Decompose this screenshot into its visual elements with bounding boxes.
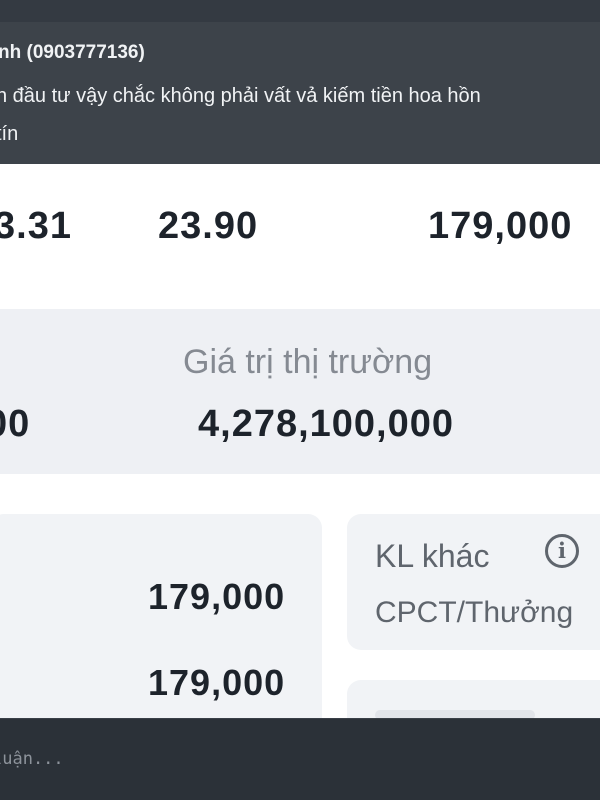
comment-input-bar <box>0 718 600 800</box>
stat-value: 179,000 <box>428 205 573 247</box>
top-bar <box>0 0 600 22</box>
kl-other-card: KL khác i CPCT/Thưởng <box>347 514 600 650</box>
comment-author: nh (0903777136) <box>0 42 145 63</box>
price-card: 179,000 179,000 0 <box>0 514 322 777</box>
comment-text-line: n đầu tư vậy chắc không phải vất vả kiếm… <box>0 85 481 107</box>
market-value-label: Giá trị thị trường <box>183 343 433 381</box>
stat-value: 3.31 <box>0 205 72 247</box>
details-section: 179,000 179,000 0 KL khác i CPCT/Thưởng <box>0 474 600 777</box>
kl-other-label: KL khác <box>375 538 490 574</box>
stat-value: 23.90 <box>158 205 259 247</box>
comment-input[interactable] <box>0 735 572 783</box>
price-value: 179,000 <box>148 662 286 703</box>
stats-row: 3.31 23.90 179,000 <box>0 164 600 309</box>
comment-text-line: tín <box>0 123 19 145</box>
kl-other-subtitle: CPCT/Thưởng <box>375 596 574 629</box>
market-value: 4,278,100,000 <box>198 403 455 445</box>
stock-detail-screen: nh (0903777136) n đầu tư vậy chắc không … <box>0 0 600 800</box>
info-icon[interactable]: i <box>545 534 579 568</box>
price-value: 179,000 <box>148 576 286 617</box>
comment-banner[interactable]: nh (0903777136) n đầu tư vậy chắc không … <box>0 22 600 164</box>
partial-value: 00 <box>0 403 31 445</box>
market-value-card: 00 Giá trị thị trường 4,278,100,000 <box>0 309 600 474</box>
